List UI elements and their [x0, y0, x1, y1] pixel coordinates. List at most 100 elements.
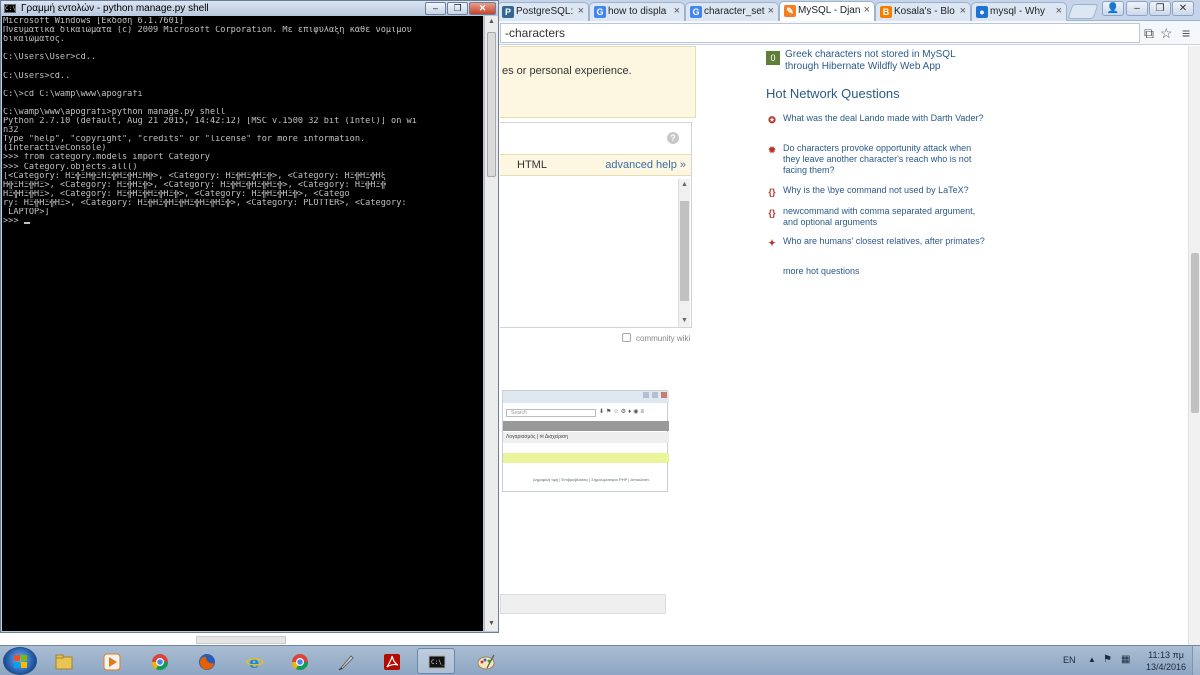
console-scroll-thumb[interactable]	[487, 32, 496, 177]
tab-character-set[interactable]: G character_set ×	[685, 2, 779, 21]
tab-postgresql[interactable]: P PostgreSQL: ×	[497, 2, 589, 21]
blogger-favicon-icon: B	[880, 6, 892, 18]
scroll-down-icon[interactable]: ▼	[681, 317, 688, 324]
scroll-thumb[interactable]	[680, 201, 689, 301]
answer-notice: es or personal experience.	[500, 46, 696, 118]
taskbar-acrobat[interactable]	[372, 648, 410, 674]
console-output[interactable]: Microsoft Windows [Έκδοση 6.1.7601] Πνευ…	[2, 16, 483, 631]
console-maximize-button[interactable]: ❐	[447, 2, 468, 15]
language-indicator[interactable]: EN	[1063, 655, 1076, 665]
clock-time[interactable]: 11:13 πμ	[1143, 650, 1189, 660]
close-tab-icon[interactable]: ×	[960, 5, 966, 17]
taskbar-paint[interactable]	[466, 648, 504, 674]
hot-question-link[interactable]: What was the deal Lando made with Darth …	[783, 113, 988, 124]
more-hot-questions-link[interactable]: more hot questions	[783, 266, 860, 276]
console-line: δικαιώματος.	[3, 35, 66, 45]
community-wiki-checkbox[interactable]	[622, 333, 631, 342]
advanced-help-link[interactable]: advanced help »	[605, 159, 686, 171]
close-tab-icon[interactable]: ×	[674, 5, 680, 17]
page-scrollbar[interactable]	[1188, 46, 1200, 645]
taskbar-internet-explorer[interactable]: e	[235, 648, 273, 674]
community-wiki-label: community wiki	[636, 334, 691, 343]
hot-network-questions-title: Hot Network Questions	[766, 86, 900, 101]
taskbar-quill-app[interactable]	[326, 648, 364, 674]
tab-mysql-django[interactable]: ✎ MySQL - Djan ×	[779, 1, 875, 22]
taskbar-chrome-2[interactable]	[280, 648, 318, 674]
related-question-link[interactable]: Greek characters not stored in MySQL thr…	[785, 49, 985, 73]
preview-highlight-bar	[503, 453, 669, 463]
editor-scrollbar[interactable]: ▲ ▼	[678, 179, 690, 327]
html-help-tab[interactable]: HTML	[517, 159, 547, 171]
taskbar: e C:\_ EN ▲ ⚑ ▦ 11:13 πμ 13/4/2016	[0, 645, 1200, 675]
start-button[interactable]	[3, 647, 37, 675]
console-line: ry: ΗΞ╬ΗΞ╬ΗΞ>, <Category: ΗΞ╬ΗΞ╬ΗΞ╬ΗΞ╬ΗΞ…	[3, 198, 407, 208]
console-line: LAPTOP>]	[3, 207, 50, 217]
clock-date[interactable]: 13/4/2016	[1143, 662, 1189, 672]
content-strip	[500, 594, 666, 614]
show-hidden-icons-icon[interactable]: ▲	[1088, 655, 1096, 664]
hot-question-link[interactable]: Who are humans' closest relatives, after…	[783, 236, 988, 247]
minimize-button[interactable]: –	[1126, 1, 1148, 16]
tab-mysql-why[interactable]: ● mysql - Why ×	[971, 2, 1067, 21]
console-line: C:\>cd C:\wamp\www\apografi	[3, 89, 143, 99]
console-line: >>> from category.models import Category	[3, 153, 210, 163]
user-icon[interactable]: 👤	[1102, 1, 1124, 16]
tab-how-to-display[interactable]: G how to displa ×	[589, 2, 685, 21]
preview-control	[652, 392, 658, 398]
scroll-up-icon[interactable]: ▲	[681, 181, 688, 188]
hot-question-link[interactable]: Do characters provoke opportunity attack…	[783, 143, 988, 176]
tab-label: Kosala's - Blo	[894, 6, 955, 17]
console-close-button[interactable]: ✕	[469, 2, 496, 15]
console-prompt: >>>	[3, 217, 24, 227]
console-minimize-button[interactable]: –	[425, 2, 446, 15]
console-line: (InteractiveConsole)	[3, 144, 107, 154]
menu-icon[interactable]: ≡	[1182, 25, 1190, 41]
close-tab-icon[interactable]: ×	[768, 5, 774, 17]
biology-site-icon: ✦	[768, 238, 776, 248]
screenshot-preview: Search ⬇⚑☆⚙♦◉≡ Λογαριασμός | ✉ Διαχείρισ…	[502, 390, 669, 492]
taskbar-explorer[interactable]	[44, 648, 82, 674]
console-line: Η╬ΞΗΞ╬ΗΞ>, <Category: ΗΞ╬ΗΞ╬>, <Category…	[3, 180, 386, 190]
scroll-up-icon[interactable]: ▲	[488, 18, 495, 25]
close-tab-icon[interactable]: ×	[578, 5, 584, 17]
new-tab-button[interactable]	[1067, 4, 1099, 19]
horizontal-scrollbar[interactable]	[196, 636, 286, 644]
hot-question-link[interactable]: newcommand with comma separated argument…	[783, 206, 988, 228]
community-wiki-option[interactable]: community wiki	[622, 333, 690, 343]
taskbar-chrome[interactable]	[140, 648, 178, 674]
tab-kosala-blog[interactable]: B Kosala's - Blo ×	[875, 2, 971, 21]
command-prompt-icon: C:\	[4, 4, 16, 13]
chrome-icon	[151, 654, 169, 671]
console-scrollbar[interactable]: ▲ ▼	[484, 16, 498, 631]
help-icon[interactable]: ?	[667, 132, 679, 144]
scroll-down-icon[interactable]: ▼	[488, 620, 495, 627]
translate-icon[interactable]: ⧉	[1144, 25, 1154, 42]
rpg-site-icon: ✹	[768, 145, 776, 155]
close-button[interactable]: ✕	[1172, 1, 1194, 16]
action-center-flag-icon[interactable]: ⚑	[1103, 654, 1112, 665]
console-titlebar[interactable]: C:\ Γραμμή εντολών - python manage.py sh…	[1, 1, 498, 16]
hot-question-link[interactable]: Why is the \bye command not used by LaTe…	[783, 185, 988, 196]
taskbar-media-player[interactable]	[92, 648, 130, 674]
taskbar-command-prompt[interactable]: C:\_	[417, 648, 455, 674]
drop-favicon-icon: ●	[976, 6, 988, 18]
network-icon[interactable]: ▦	[1121, 654, 1130, 665]
bookmark-star-icon[interactable]: ☆	[1160, 25, 1173, 42]
quill-icon	[338, 655, 354, 671]
console-line: >>> Category.objects.all()	[3, 162, 138, 172]
restore-button[interactable]: ❐	[1149, 1, 1171, 16]
sidebar: 0 Greek characters not stored in MySQL t…	[766, 46, 996, 286]
taskbar-firefox[interactable]	[187, 648, 225, 674]
close-tab-icon[interactable]: ×	[1056, 5, 1062, 17]
console-line: C:\Users\User>cd..	[3, 53, 97, 63]
close-tab-icon[interactable]: ×	[864, 4, 870, 16]
tex-site-icon: {}	[768, 208, 776, 218]
google-favicon-icon: G	[594, 6, 606, 18]
page-scroll-thumb[interactable]	[1191, 253, 1199, 413]
google-favicon-icon: G	[690, 6, 702, 18]
show-desktop-button[interactable]	[1192, 646, 1200, 675]
address-bar[interactable]: -characters	[500, 23, 1140, 43]
